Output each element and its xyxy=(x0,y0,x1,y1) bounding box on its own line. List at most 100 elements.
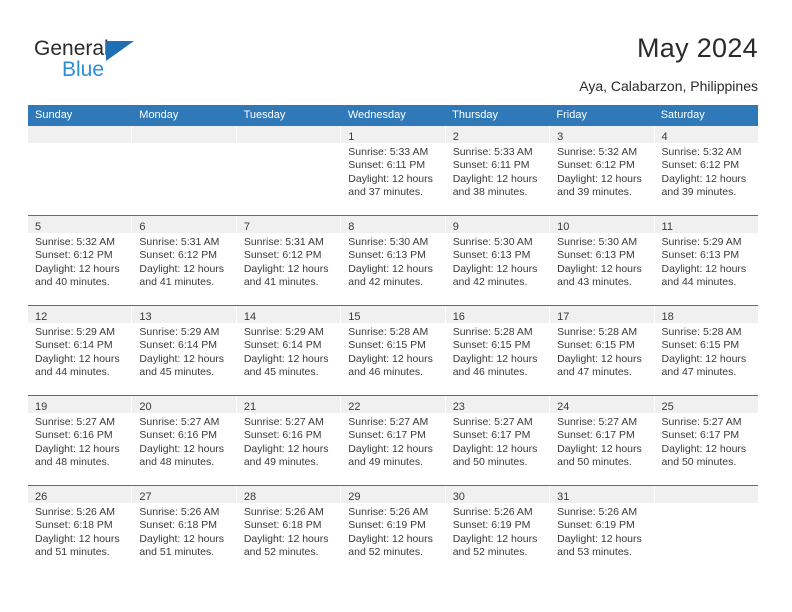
day-number-strip: 5 xyxy=(28,216,132,233)
day-sun-info: Sunrise: 5:29 AM Sunset: 6:14 PM Daylight:… xyxy=(132,323,235,380)
calendar-day-cell-empty xyxy=(28,126,133,215)
day-info-line: Daylight: 12 hours xyxy=(348,352,433,365)
calendar-day-cell[interactable]: 30 Sunrise: 5:26 AM Sunset: 6:19 PM Dayligh… xyxy=(445,486,551,575)
weekday-header-tuesday: Tuesday xyxy=(243,109,286,121)
day-number: 29 xyxy=(348,491,361,503)
day-info-line: Daylight: 12 hours xyxy=(348,262,433,275)
day-number: 18 xyxy=(661,311,674,323)
day-sun-info xyxy=(28,143,131,146)
day-info-line: Daylight: 12 hours xyxy=(243,262,329,275)
day-sun-info: Sunrise: 5:29 AM Sunset: 6:14 PM Daylight:… xyxy=(237,323,340,380)
calendar-grid: Sunday Monday Tuesday Wednesday Thursday Frid… xyxy=(28,105,758,575)
weekday-header-wednesday: Wednesday xyxy=(347,109,406,121)
calendar-day-cell[interactable]: 28 Sunrise: 5:26 AM Sunset: 6:18 PM Dayligh… xyxy=(236,486,342,575)
calendar-day-cell[interactable]: 4 Sunrise: 5:32 AM Sunset: 6:12 PM Daylight… xyxy=(654,126,758,215)
day-info-line: Daylight: 12 hours xyxy=(139,262,225,275)
day-number-strip: 3 xyxy=(550,126,654,143)
day-info-line: Daylight: 12 hours xyxy=(661,442,747,455)
day-info-line: Daylight: 12 hours xyxy=(35,262,120,275)
calendar-day-cell[interactable]: 2 Sunrise: 5:33 AM Sunset: 6:11 PM Daylight… xyxy=(445,126,551,215)
day-number-strip: 25 xyxy=(654,396,758,413)
calendar-day-cell-empty xyxy=(654,486,758,575)
day-info-line: and 50 minutes. xyxy=(452,456,528,469)
calendar-page: General Blue May 2024 Aya, Calabarzon, P… xyxy=(0,0,792,612)
day-sun-info: Sunrise: 5:26 AM Sunset: 6:18 PM Daylight:… xyxy=(28,503,131,560)
day-info-line: Sunset: 6:17 PM xyxy=(348,429,426,442)
calendar-day-cell[interactable]: 18 Sunrise: 5:28 AM Sunset: 6:15 PM Dayligh… xyxy=(654,306,758,395)
calendar-day-cell[interactable]: 12 Sunrise: 5:29 AM Sunset: 6:14 PM Dayligh… xyxy=(28,306,133,395)
day-number-strip: 21 xyxy=(236,396,341,413)
day-number: 19 xyxy=(35,401,48,413)
day-info-line: and 45 minutes. xyxy=(243,366,319,379)
day-info-line: Sunset: 6:17 PM xyxy=(661,429,740,442)
day-info-line: and 47 minutes. xyxy=(661,366,737,379)
calendar-day-cell[interactable]: 6 Sunrise: 5:31 AM Sunset: 6:12 PM Daylight… xyxy=(132,216,237,305)
calendar-day-cell[interactable]: 29 Sunrise: 5:26 AM Sunset: 6:19 PM Dayligh… xyxy=(341,486,446,575)
calendar-day-cell[interactable]: 11 Sunrise: 5:29 AM Sunset: 6:13 PM Dayligh… xyxy=(654,216,758,305)
day-info-line: Sunrise: 5:32 AM xyxy=(557,146,638,158)
calendar-day-cell[interactable]: 8 Sunrise: 5:30 AM Sunset: 6:13 PM Daylight… xyxy=(341,216,446,305)
calendar-week-row: 26 Sunrise: 5:26 AM Sunset: 6:18 PM Dayligh… xyxy=(28,485,758,575)
day-number: 15 xyxy=(348,311,361,323)
calendar-day-cell[interactable]: 16 Sunrise: 5:28 AM Sunset: 6:15 PM Dayligh… xyxy=(445,306,551,395)
day-number-strip: 28 xyxy=(236,486,341,503)
calendar-day-cell[interactable]: 23 Sunrise: 5:27 AM Sunset: 6:17 PM Dayligh… xyxy=(445,396,551,485)
day-info-line: Sunset: 6:19 PM xyxy=(452,519,531,532)
day-sun-info: Sunrise: 5:30 AM Sunset: 6:13 PM Daylight:… xyxy=(446,233,549,290)
day-info-line: Daylight: 12 hours xyxy=(452,532,538,545)
day-info-line: Sunrise: 5:32 AM xyxy=(661,146,742,158)
day-info-line: Sunrise: 5:26 AM xyxy=(348,506,429,518)
calendar-day-cell[interactable]: 25 Sunrise: 5:27 AM Sunset: 6:17 PM Dayligh… xyxy=(654,396,758,485)
calendar-day-cell[interactable]: 5 Sunrise: 5:32 AM Sunset: 6:12 PM Daylight… xyxy=(28,216,133,305)
day-info-line: and 52 minutes. xyxy=(243,546,319,559)
calendar-day-cell[interactable]: 31 Sunrise: 5:26 AM Sunset: 6:19 PM Dayligh… xyxy=(550,486,655,575)
calendar-day-cell[interactable]: 22 Sunrise: 5:27 AM Sunset: 6:17 PM Dayligh… xyxy=(341,396,446,485)
calendar-day-cell[interactable]: 3 Sunrise: 5:32 AM Sunset: 6:12 PM Daylight… xyxy=(550,126,655,215)
day-info-line: Sunset: 6:15 PM xyxy=(348,339,426,352)
day-info-line: Daylight: 12 hours xyxy=(452,262,538,275)
day-sun-info: Sunrise: 5:27 AM Sunset: 6:16 PM Daylight:… xyxy=(237,413,340,470)
day-info-line: Sunset: 6:18 PM xyxy=(139,519,218,532)
day-info-line: Sunset: 6:19 PM xyxy=(348,519,426,532)
day-sun-info: Sunrise: 5:27 AM Sunset: 6:17 PM Daylight:… xyxy=(341,413,444,470)
day-number-strip xyxy=(236,126,341,143)
day-sun-info: Sunrise: 5:28 AM Sunset: 6:15 PM Daylight:… xyxy=(655,323,758,380)
day-info-line: Daylight: 12 hours xyxy=(557,442,642,455)
day-info-line: and 44 minutes. xyxy=(661,276,737,289)
calendar-day-cell[interactable]: 13 Sunrise: 5:29 AM Sunset: 6:14 PM Dayligh… xyxy=(132,306,237,395)
general-blue-logo[interactable]: General Blue xyxy=(34,38,174,86)
calendar-day-cell[interactable]: 21 Sunrise: 5:27 AM Sunset: 6:16 PM Dayligh… xyxy=(236,396,342,485)
calendar-day-cell[interactable]: 26 Sunrise: 5:26 AM Sunset: 6:18 PM Dayligh… xyxy=(28,486,133,575)
day-info-line: Sunset: 6:15 PM xyxy=(661,339,740,352)
day-number: 24 xyxy=(557,401,570,413)
calendar-day-cell[interactable]: 9 Sunrise: 5:30 AM Sunset: 6:13 PM Daylight… xyxy=(445,216,551,305)
day-sun-info: Sunrise: 5:27 AM Sunset: 6:17 PM Daylight:… xyxy=(550,413,653,470)
day-info-line: Sunrise: 5:32 AM xyxy=(35,236,115,248)
calendar-day-cell[interactable]: 27 Sunrise: 5:26 AM Sunset: 6:18 PM Dayligh… xyxy=(132,486,237,575)
logo-text-blue: Blue xyxy=(62,58,105,81)
day-number-strip xyxy=(132,126,236,143)
calendar-day-cell[interactable]: 10 Sunrise: 5:30 AM Sunset: 6:13 PM Dayligh… xyxy=(550,216,655,305)
day-number-strip: 23 xyxy=(445,396,550,413)
day-info-line: Sunset: 6:14 PM xyxy=(243,339,322,352)
calendar-day-cell[interactable]: 20 Sunrise: 5:27 AM Sunset: 6:16 PM Dayligh… xyxy=(132,396,237,485)
day-info-line: Daylight: 12 hours xyxy=(35,352,120,365)
calendar-day-cell[interactable]: 15 Sunrise: 5:28 AM Sunset: 6:15 PM Dayligh… xyxy=(341,306,446,395)
calendar-day-cell[interactable]: 1 Sunrise: 5:33 AM Sunset: 6:11 PM Daylight… xyxy=(341,126,446,215)
day-info-line: Daylight: 12 hours xyxy=(243,532,329,545)
day-info-line: Sunset: 6:11 PM xyxy=(348,159,426,172)
day-info-line: Sunrise: 5:27 AM xyxy=(348,416,429,428)
day-sun-info: Sunrise: 5:31 AM Sunset: 6:12 PM Daylight:… xyxy=(237,233,340,290)
day-number-strip: 24 xyxy=(550,396,654,413)
logo-text-general: General xyxy=(34,37,109,60)
day-info-line: and 41 minutes. xyxy=(139,276,215,289)
day-info-line: Sunrise: 5:33 AM xyxy=(348,146,429,158)
calendar-day-cell[interactable]: 14 Sunrise: 5:29 AM Sunset: 6:14 PM Dayligh… xyxy=(236,306,342,395)
calendar-day-cell[interactable]: 19 Sunrise: 5:27 AM Sunset: 6:16 PM Dayligh… xyxy=(28,396,133,485)
day-sun-info: Sunrise: 5:28 AM Sunset: 6:15 PM Daylight:… xyxy=(550,323,653,380)
calendar-day-cell[interactable]: 7 Sunrise: 5:31 AM Sunset: 6:12 PM Daylight… xyxy=(236,216,342,305)
day-number: 31 xyxy=(557,491,570,503)
day-info-line: Sunrise: 5:26 AM xyxy=(139,506,220,518)
calendar-day-cell[interactable]: 17 Sunrise: 5:28 AM Sunset: 6:15 PM Dayligh… xyxy=(550,306,655,395)
calendar-day-cell[interactable]: 24 Sunrise: 5:27 AM Sunset: 6:17 PM Dayligh… xyxy=(550,396,655,485)
